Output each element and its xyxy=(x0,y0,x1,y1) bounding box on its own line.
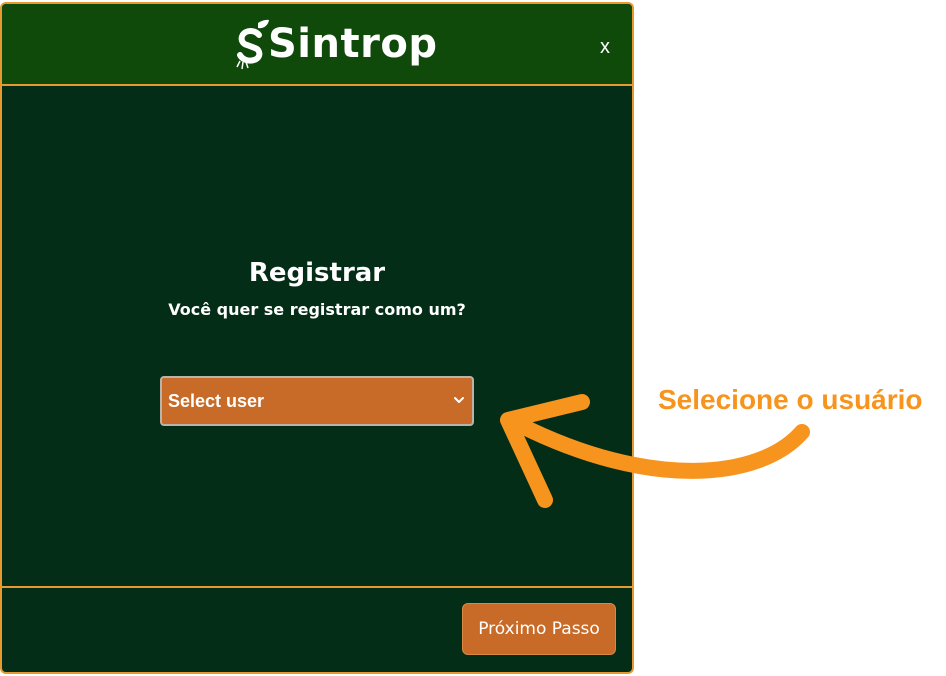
modal-header: Sintrop x xyxy=(2,4,632,86)
modal-footer: Próximo Passo xyxy=(2,586,632,672)
page-subtitle: Você quer se registrar como um? xyxy=(168,300,466,319)
logo-text: Sintrop xyxy=(268,21,438,67)
chevron-down-icon xyxy=(454,397,464,403)
sintrop-logo: Sintrop xyxy=(234,14,437,74)
select-value: Select user xyxy=(168,391,265,411)
user-type-select[interactable]: Select user xyxy=(160,376,474,426)
sprout-s-logo-icon xyxy=(236,19,269,70)
curved-arrow-icon xyxy=(500,394,810,508)
page-title: Registrar xyxy=(248,258,386,288)
next-step-button[interactable]: Próximo Passo xyxy=(462,603,616,655)
close-button[interactable]: x xyxy=(594,34,616,60)
register-modal: Sintrop x Registrar Você quer se registr… xyxy=(0,2,634,674)
